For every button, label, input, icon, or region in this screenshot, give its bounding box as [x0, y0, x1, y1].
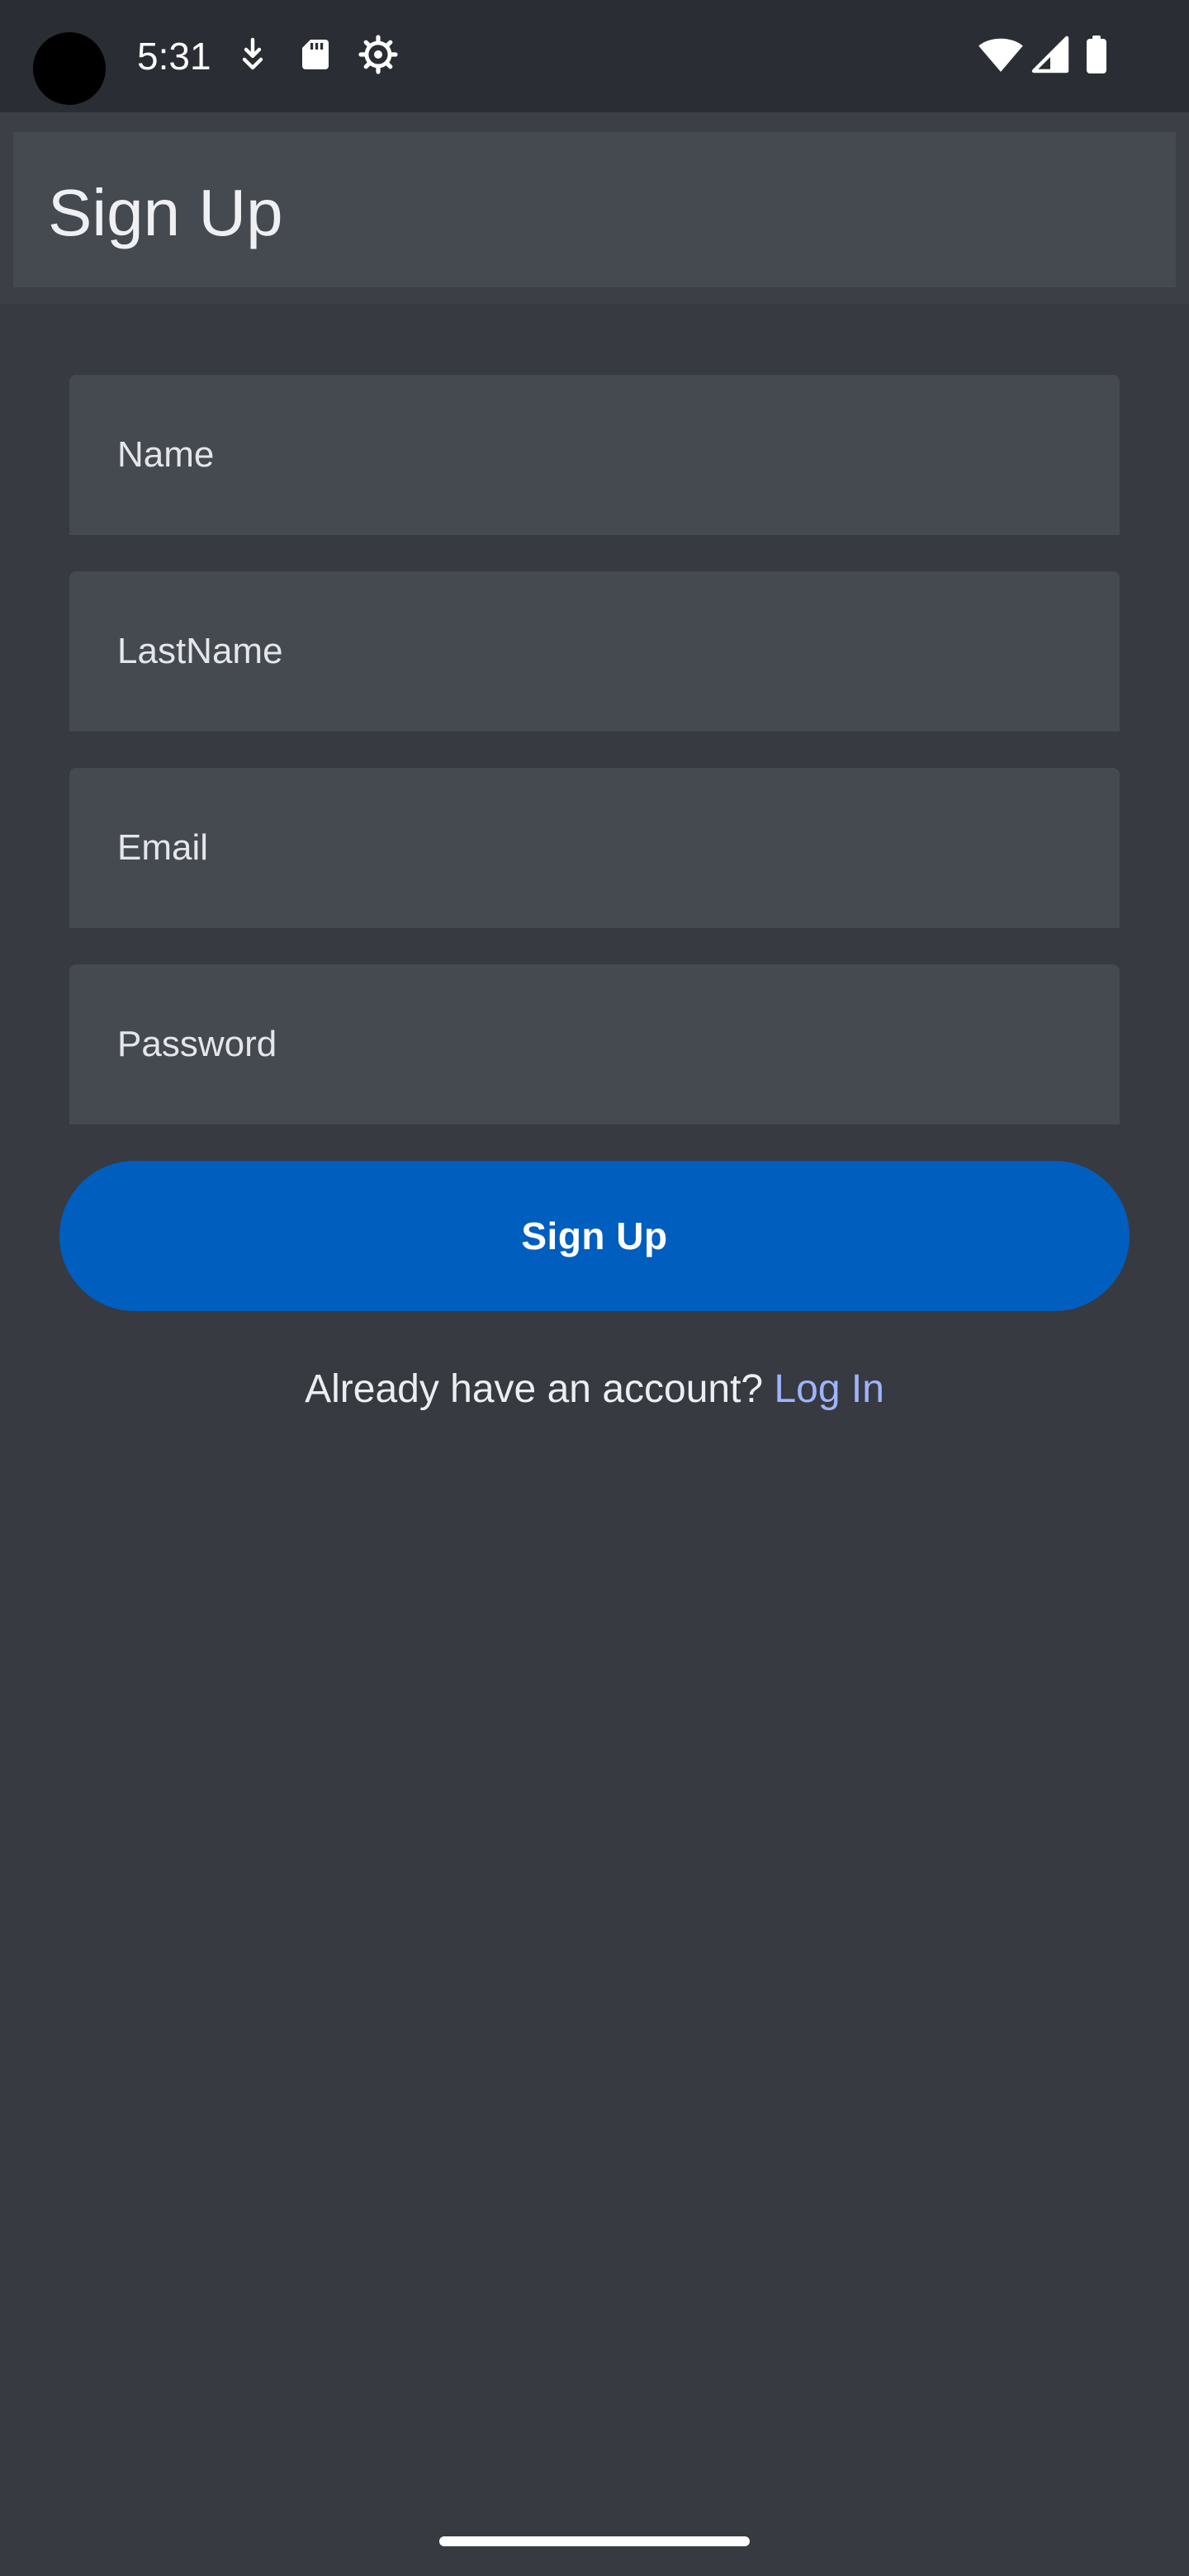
app-bar: Sign Up — [13, 132, 1176, 287]
name-input[interactable] — [69, 375, 1120, 535]
home-gesture-bar[interactable] — [439, 2536, 750, 2546]
email-input[interactable] — [69, 768, 1120, 928]
log-in-link[interactable]: Log In — [774, 1367, 883, 1411]
lastname-input[interactable] — [69, 571, 1120, 732]
app-bar-container: Sign Up — [0, 112, 1189, 304]
login-prompt-text: Already have an account? — [305, 1367, 764, 1411]
cellular-signal-icon — [1030, 35, 1070, 74]
settings-gear-icon — [358, 35, 398, 74]
download-icon — [233, 35, 272, 74]
status-time: 5:31 — [137, 35, 211, 78]
password-input[interactable] — [69, 964, 1120, 1125]
camera-cutout — [33, 32, 106, 105]
wifi-icon — [978, 35, 1024, 74]
page-title: Sign Up — [48, 176, 283, 249]
sd-card-icon — [296, 35, 335, 74]
battery-icon — [1080, 35, 1113, 74]
login-prompt-row: Already have an account? Log In — [0, 1362, 1189, 1417]
status-bar: 5:31 — [0, 0, 1189, 112]
sign-up-button[interactable]: Sign Up — [59, 1161, 1130, 1311]
